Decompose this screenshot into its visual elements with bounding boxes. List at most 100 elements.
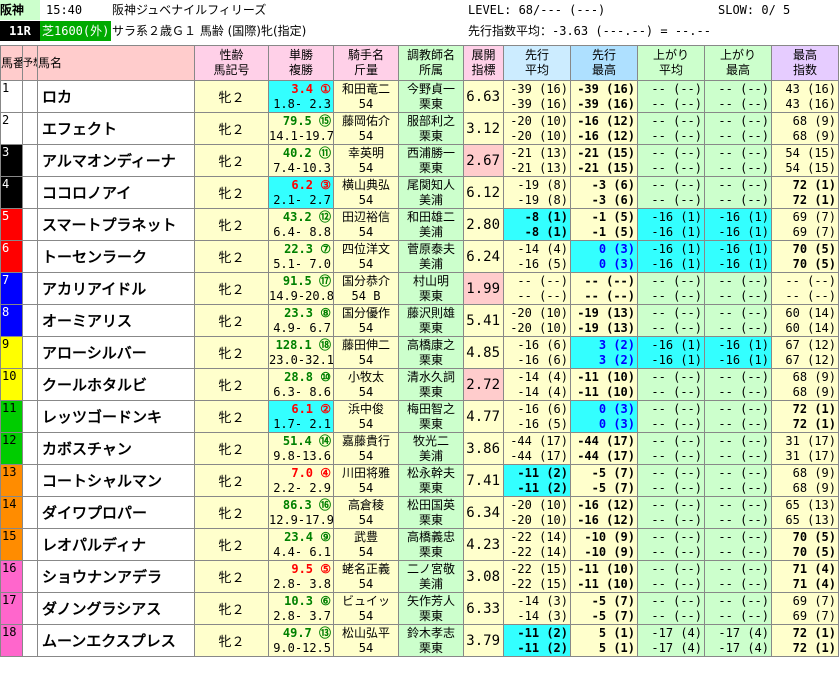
jockey: 幸英明 54: [333, 144, 399, 177]
prediction-mark: [22, 368, 38, 401]
max-index: 43 (16) 43 (16): [771, 80, 839, 113]
odds: 28.8 ⑩ 6.3- 8.6: [268, 368, 334, 401]
jockey: 藤岡佑介 54: [333, 112, 399, 145]
odds: 10.3 ⑥ 2.8- 3.7: [268, 592, 334, 625]
prediction-mark: [22, 112, 38, 145]
tenkai-index: 3.12: [463, 112, 504, 145]
senko-average: -39 (16) -39 (16): [503, 80, 571, 113]
horse-name: アカリアイドル: [37, 272, 195, 305]
horse-number: 12: [0, 432, 23, 465]
trainer: 西浦勝一 栗東: [398, 144, 464, 177]
max-index: 70 (5) 70 (5): [771, 528, 839, 561]
max-index: 72 (1) 72 (1): [771, 400, 839, 433]
sex-age: 牝２: [194, 240, 269, 273]
odds: 91.5 ⑰ 14.9-20.8: [268, 272, 334, 305]
table-row[interactable]: 8 オーミアリス 牝２ 23.3 ⑧ 4.9- 6.7 国分優作 54 藤沢則雄 栗東 5.41-…: [0, 304, 839, 337]
max-index: 31 (17) 31 (17): [771, 432, 839, 465]
horse-name: エフェクト: [37, 112, 195, 145]
col-max-index: 最高 指数: [771, 45, 839, 81]
sex-age: 牝２: [194, 400, 269, 433]
table-row[interactable]: 6 トーセンラーク 牝２ 22.3 ⑦ 5.1- 7.0 四位洋文 54 菅原泰夫 美浦 6.24…: [0, 240, 839, 273]
jockey: ビュイッ 54: [333, 592, 399, 625]
column-header-row: 馬番 予想 馬名 性齢馬記号 単勝複勝 騎手名斤量 調教師名所属 展開指標 先行…: [0, 45, 839, 81]
agari-average: -- (--) -- (--): [637, 80, 705, 113]
col-agari-avg: 上がり 平均: [637, 45, 705, 81]
tenkai-index: 4.85: [463, 336, 504, 369]
table-row[interactable]: 5 スマートプラネット 牝２ 43.2 ⑫ 6.4- 8.8 田辺裕信 54 和田雄二 美浦 2.…: [0, 208, 839, 241]
odds: 86.3 ⑯ 12.9-17.9: [268, 496, 334, 529]
horse-name: レッツゴードンキ: [37, 400, 195, 433]
race-conditions: サラ系２歳Ｇ１ 馬齢 (国際)牝(指定): [112, 24, 307, 38]
max-index: 68 (9) 68 (9): [771, 464, 839, 497]
table-row[interactable]: 1 ロカ 牝２ 3.4 ① 1.8- 2.3 和田竜二 54 今野貞一 栗東 6.63 -39 (1…: [0, 80, 839, 113]
horse-number: 8: [0, 304, 23, 337]
agari-max: -- (--) -- (--): [704, 400, 772, 433]
odds: 6.2 ③ 2.1- 2.7: [268, 176, 334, 209]
table-row[interactable]: 12 カボスチャン 牝２ 51.4 ⑭ 9.8-13.6 嘉藤貴行 54 牧光二 美浦 3.86-…: [0, 432, 839, 465]
senko-max: -10 (9) -10 (9): [570, 528, 638, 561]
prediction-mark: [22, 144, 38, 177]
post-time: 15:40: [46, 3, 83, 17]
agari-max: -- (--) -- (--): [704, 176, 772, 209]
col-umaban: 馬番: [0, 45, 23, 81]
trainer: 牧光二 美浦: [398, 432, 464, 465]
sex-age: 牝２: [194, 112, 269, 145]
jockey: 国分優作 54: [333, 304, 399, 337]
senko-max: -3 (6) -3 (6): [570, 176, 638, 209]
agari-max: -16 (1) -16 (1): [704, 208, 772, 241]
trainer: 高橋義忠 栗東: [398, 528, 464, 561]
senko-max: -44 (17) -44 (17): [570, 432, 638, 465]
agari-max: -- (--) -- (--): [704, 112, 772, 145]
tenkai-index: 6.33: [463, 592, 504, 625]
trainer: 二ノ宮敬 美浦: [398, 560, 464, 593]
agari-max: -- (--) -- (--): [704, 272, 772, 305]
table-row[interactable]: 18 ムーンエクスプレス 牝２ 49.7 ⑬ 9.0-12.5 松山弘平 54 鈴木孝志 栗東 3…: [0, 624, 839, 657]
slow-label: SLOW: 0/ 5: [718, 3, 791, 17]
odds: 49.7 ⑬ 9.0-12.5: [268, 624, 334, 657]
max-index: 71 (4) 71 (4): [771, 560, 839, 593]
trainer: 鈴木孝志 栗東: [398, 624, 464, 657]
table-row[interactable]: 3 アルマオンディーナ 牝２ 40.2 ⑪ 7.4-10.3 幸英明 54 西浦勝一 栗東 2.6…: [0, 144, 839, 177]
trainer: 藤沢則雄 栗東: [398, 304, 464, 337]
horse-name: オーミアリス: [37, 304, 195, 337]
col-name: 馬名: [37, 45, 195, 81]
table-row[interactable]: 2 エフェクト 牝２ 79.5 ⑮ 14.1-19.7 藤岡佑介 54 服部利之 栗東 3.12-…: [0, 112, 839, 145]
agari-max: -- (--) -- (--): [704, 368, 772, 401]
trainer: 高橋康之 栗東: [398, 336, 464, 369]
table-row[interactable]: 13 コートシャルマン 牝２ 7.0 ④ 2.2- 2.9 川田将雅 54 松永幹夫 栗東 7.4…: [0, 464, 839, 497]
table-row[interactable]: 14 ダイワプロパー 牝２ 86.3 ⑯ 12.9-17.9 高倉稜 54 松田国英 栗東 6.3…: [0, 496, 839, 529]
course-label: 芝1600(外): [40, 21, 112, 41]
odds: 40.2 ⑪ 7.4-10.3: [268, 144, 334, 177]
horse-name: ショウナンアデラ: [37, 560, 195, 593]
jockey: 四位洋文 54: [333, 240, 399, 273]
table-row[interactable]: 11 レッツゴードンキ 牝２ 6.1 ② 1.7- 2.1 浜中俊 54 梅田智之 栗東 4.77…: [0, 400, 839, 433]
sex-age: 牝２: [194, 528, 269, 561]
table-row[interactable]: 9 アローシルバー 牝２ 128.1 ⑱ 23.0-32.1 藤田伸二 54 高橋康之 栗東 4.…: [0, 336, 839, 369]
prediction-mark: [22, 176, 38, 209]
sex-age: 牝２: [194, 144, 269, 177]
jockey: 和田竜二 54: [333, 80, 399, 113]
table-row[interactable]: 4 ココロノアイ 牝２ 6.2 ③ 2.1- 2.7 横山典弘 54 尾関知人 美浦 6.12 -1…: [0, 176, 839, 209]
table-row[interactable]: 16 ショウナンアデラ 牝２ 9.5 ⑤ 2.8- 3.8 蛯名正義 54 二ノ宮敬 美浦 3.0…: [0, 560, 839, 593]
table-row[interactable]: 10 クールホタルビ 牝２ 28.8 ⑩ 6.3- 8.6 小牧太 54 清水久詞 栗東 2.72…: [0, 368, 839, 401]
horse-name: トーセンラーク: [37, 240, 195, 273]
col-yoso: 予想: [22, 45, 38, 81]
max-index: 65 (13) 65 (13): [771, 496, 839, 529]
senko-average: -44 (17) -44 (17): [503, 432, 571, 465]
tenkai-index: 4.23: [463, 528, 504, 561]
senko-average: -20 (10) -20 (10): [503, 304, 571, 337]
table-row[interactable]: 15 レオパルディナ 牝２ 23.4 ⑨ 4.4- 6.1 武豊 54 高橋義忠 栗東 4.23-…: [0, 528, 839, 561]
senko-max: 0 (3) 0 (3): [570, 240, 638, 273]
table-row[interactable]: 17 ダノングラシアス 牝２ 10.3 ⑥ 2.8- 3.7 ビュイッ 54 矢作芳人 栗東 6.…: [0, 592, 839, 625]
agari-max: -- (--) -- (--): [704, 304, 772, 337]
table-row[interactable]: 7 アカリアイドル 牝２ 91.5 ⑰ 14.9-20.8 国分恭介 54 B 村山明 栗東 1.…: [0, 272, 839, 305]
sex-age: 牝２: [194, 592, 269, 625]
agari-max: -17 (4) -17 (4): [704, 624, 772, 657]
agari-average: -- (--) -- (--): [637, 112, 705, 145]
horse-number: 18: [0, 624, 23, 657]
horse-name: アルマオンディーナ: [37, 144, 195, 177]
odds: 9.5 ⑤ 2.8- 3.8: [268, 560, 334, 593]
odds: 23.4 ⑨ 4.4- 6.1: [268, 528, 334, 561]
horse-number: 16: [0, 560, 23, 593]
jockey: 浜中俊 54: [333, 400, 399, 433]
